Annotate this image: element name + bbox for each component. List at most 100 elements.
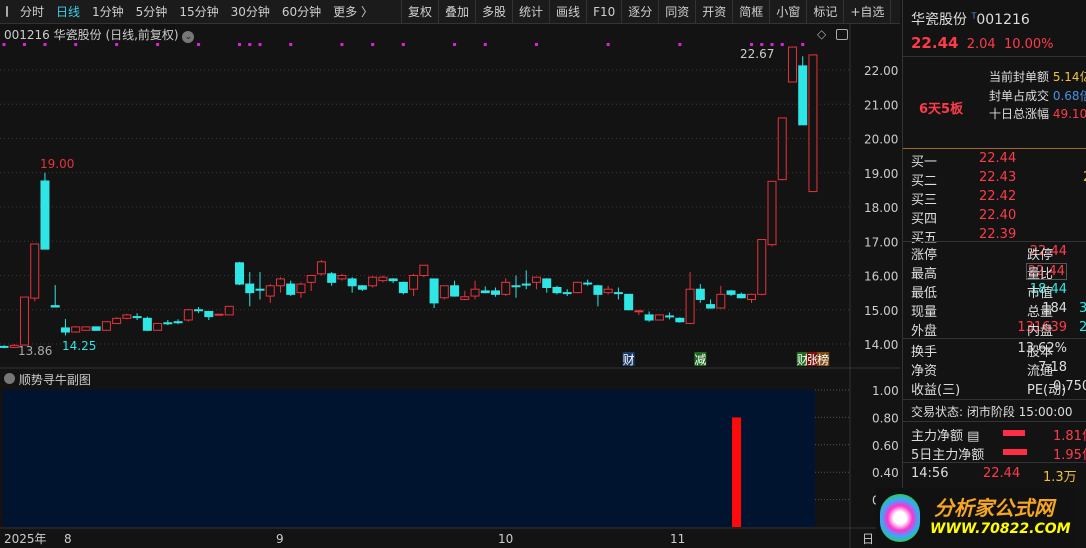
signal-dot: [43, 43, 47, 46]
signal-dot: [74, 43, 78, 46]
candle: [306, 274, 316, 291]
candle: [255, 272, 265, 300]
candle: [706, 299, 716, 309]
price-tick-label: 19.00: [864, 167, 898, 181]
candle: [439, 285, 449, 300]
candle: [808, 54, 818, 193]
sub-tick-label: 0.80: [872, 411, 899, 425]
candle: [593, 285, 603, 307]
date-label: 2025年: [4, 532, 47, 546]
candle: [194, 307, 204, 314]
bid-row: 买三 22.42: [911, 189, 1017, 208]
candle: [491, 287, 501, 297]
stock-name: 华瓷股份: [911, 12, 967, 28]
candle: [327, 272, 337, 286]
candle: [122, 313, 132, 320]
candle: [695, 284, 705, 303]
signal-dot: [401, 43, 405, 46]
date-label: 8: [64, 532, 72, 546]
signal-dot: [371, 43, 375, 46]
candle: [19, 296, 29, 346]
candle: [378, 275, 388, 283]
date-label: 日: [862, 532, 874, 546]
stat-row: 最高 22.44 量比: [911, 263, 1068, 282]
signal-dot: [678, 43, 682, 46]
candle: [767, 180, 777, 247]
info-row: 十日总涨幅 49.10: [989, 107, 1086, 121]
signal-dot: [606, 43, 610, 46]
low-label: 14.25: [62, 339, 96, 353]
candle: [214, 313, 224, 316]
signal-dot: [340, 43, 344, 46]
signal-dot: [258, 43, 262, 46]
date-label: 11: [670, 532, 685, 546]
high-label: 19.00: [40, 157, 74, 171]
candle: [173, 319, 183, 325]
stat-row: 收益(三)0.750PE(动): [911, 379, 1086, 398]
candle: [787, 46, 797, 83]
chevron-down-icon[interactable]: [4, 373, 15, 384]
candle: [624, 293, 634, 311]
bid-row: 买四 22.40: [911, 208, 1017, 227]
candle: [204, 310, 214, 321]
stock-code: 001216: [976, 12, 1030, 28]
candle: [542, 278, 552, 293]
candle: [153, 322, 163, 331]
signal-dot: [760, 43, 764, 46]
bid-row: 买一 22.44: [911, 151, 1017, 170]
candle: [235, 261, 245, 286]
last-price: 22.44: [911, 34, 959, 52]
event-tag[interactable]: 减: [694, 353, 706, 367]
candle: [112, 317, 122, 325]
watermark-title: 分析家公式网: [934, 496, 1054, 520]
candle: [450, 280, 460, 297]
candle: [316, 260, 326, 276]
candle: [419, 264, 429, 278]
price-change: 2.04: [966, 37, 996, 52]
candle: [357, 285, 367, 291]
event-tag[interactable]: 榜: [817, 352, 829, 367]
kline-chart[interactable]: 22.00 21.00 20.00 19.00 18.00 17.00 16.00 15.00…: [0, 0, 900, 548]
sub-tick-label: 0.60: [872, 439, 899, 453]
candle: [429, 278, 439, 309]
candle: [480, 286, 490, 294]
event-tag[interactable]: 财: [623, 353, 635, 367]
signal-dot: [750, 43, 754, 46]
candle: [583, 279, 593, 286]
signal-dot: [238, 43, 242, 46]
stat-row: 净资 7.18 流通: [911, 360, 1068, 379]
candle: [726, 289, 736, 297]
candle: [388, 278, 398, 284]
candle: [347, 277, 357, 293]
price-tick-label: 17.00: [864, 235, 898, 249]
candle: [245, 272, 255, 307]
stat-row: 换手 13.62% 股本: [911, 341, 1068, 360]
bid-row: 买二22.432: [911, 170, 1086, 189]
sub-tick-label: 1.00: [872, 384, 899, 398]
candle: [183, 309, 193, 322]
candle: [603, 285, 613, 295]
signal-dot: [453, 43, 457, 46]
candle: [30, 243, 40, 302]
candle: [757, 239, 767, 296]
price-tick-label: 22.00: [864, 64, 898, 78]
candle: [470, 280, 480, 300]
info-row: 当前封单额 5.14亿: [989, 70, 1086, 84]
candle: [81, 326, 91, 331]
candle: [716, 285, 726, 309]
candle: [40, 172, 50, 250]
signal-dot: [156, 43, 160, 46]
candle: [224, 305, 234, 316]
candle: [552, 285, 562, 295]
candle: [460, 290, 470, 301]
price-tick-label: 16.00: [864, 270, 898, 284]
date-label: 9: [276, 532, 284, 546]
candle: [398, 281, 408, 295]
candle: [60, 318, 70, 336]
candle: [685, 272, 695, 325]
candle: [91, 326, 101, 331]
flow-row: 主力净额 ▤1.81亿: [911, 429, 1086, 444]
price-tick-label: 18.00: [864, 201, 898, 215]
signal-dot: [289, 43, 293, 46]
candle: [101, 321, 111, 331]
